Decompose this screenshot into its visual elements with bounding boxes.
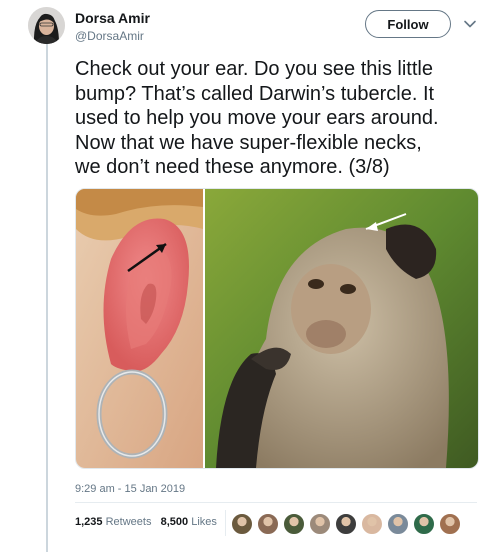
likes-label[interactable]: Likes [191,516,217,528]
liker-avatar[interactable] [257,513,279,535]
chevron-down-icon[interactable] [463,17,477,31]
likes-count[interactable]: 8,500 [161,516,189,528]
liker-avatar[interactable] [231,513,253,535]
thread-line [46,44,48,552]
stats-separator [225,510,226,536]
liker-avatar[interactable] [361,513,383,535]
user-name[interactable]: Dorsa Amir [75,10,150,26]
divider [75,502,477,503]
avatar-image [28,7,65,44]
engagement-stats: 1,235 Retweets 8,500 Likes [75,516,217,528]
retweets-label[interactable]: Retweets [106,516,152,528]
liker-avatar[interactable] [413,513,435,535]
ear-and-monkey-photo [76,189,478,468]
liker-avatar[interactable] [283,513,305,535]
liker-avatar[interactable] [335,513,357,535]
tweet-text: Check out your ear. Do you see this litt… [75,58,439,178]
follow-button[interactable]: Follow [365,10,451,38]
user-handle[interactable]: @DorsaAmir [75,29,144,43]
liker-avatar[interactable] [387,513,409,535]
retweets-count[interactable]: 1,235 [75,516,103,528]
liker-avatar[interactable] [309,513,331,535]
tweet-timestamp[interactable]: 9:29 am - 15 Jan 2019 [75,483,185,495]
tweet-media[interactable] [75,188,479,469]
liker-avatars [231,513,461,535]
avatar[interactable] [28,7,65,44]
liker-avatar[interactable] [439,513,461,535]
